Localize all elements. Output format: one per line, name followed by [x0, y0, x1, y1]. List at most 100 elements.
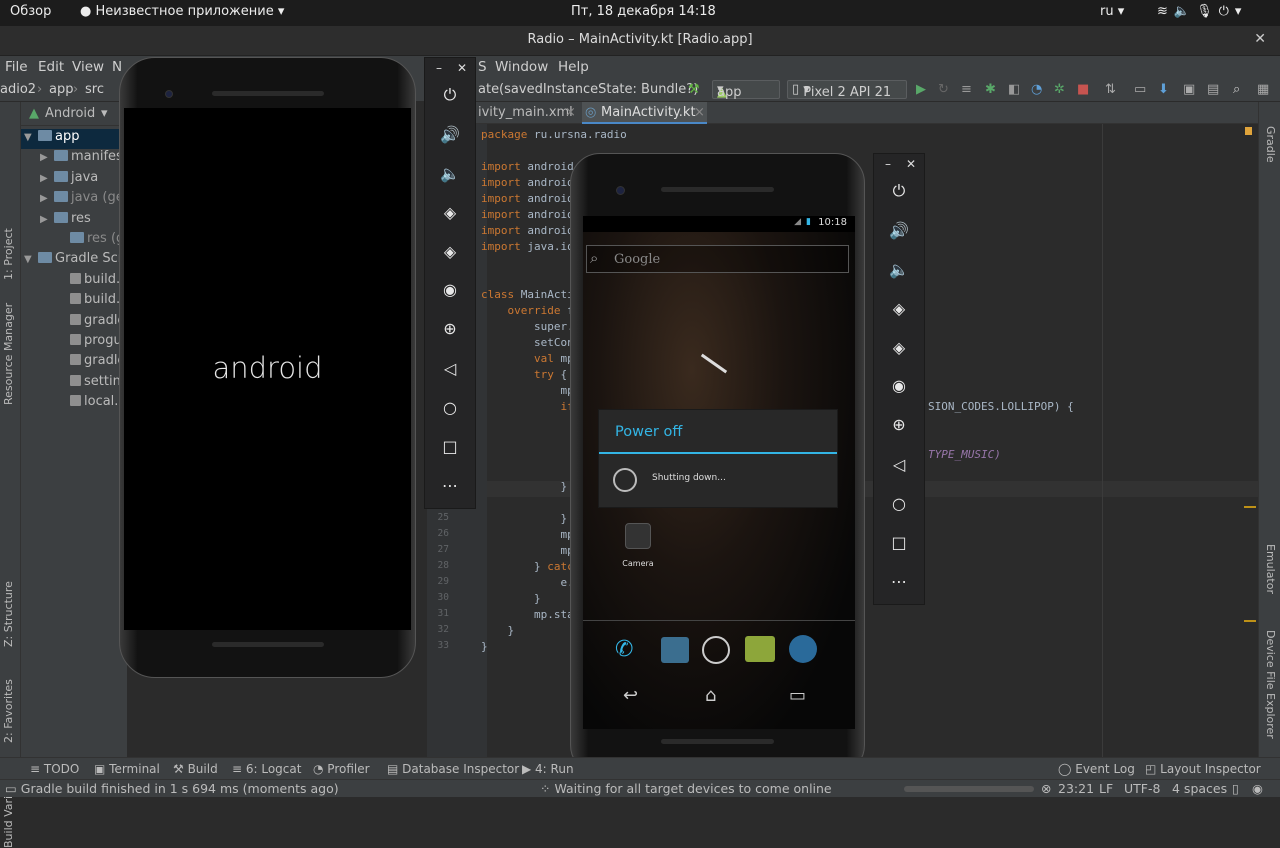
- home-icon[interactable]: ⌂: [705, 685, 716, 706]
- more-icon[interactable]: ⋯: [425, 476, 475, 495]
- screenshot-icon[interactable]: ◉: [425, 280, 475, 299]
- power-icon[interactable]: ⏻: [874, 181, 924, 201]
- indent-setting[interactable]: 4 spaces: [1172, 781, 1227, 796]
- status-message[interactable]: ▭ Gradle build finished in 1 s 694 ms (m…: [5, 781, 339, 796]
- tool-project[interactable]: 1: Project: [2, 228, 15, 280]
- ide-settings-icon[interactable]: ▦: [1257, 82, 1269, 97]
- cancel-icon[interactable]: ⊗: [1041, 781, 1051, 796]
- tool-device-file-explorer[interactable]: Device File Explorer: [1264, 630, 1277, 739]
- tree-item[interactable]: build.gr: [56, 292, 127, 312]
- hammer-icon[interactable]: ⚒: [688, 82, 700, 97]
- tree-item[interactable]: ▶ manifes: [40, 149, 123, 169]
- file-encoding[interactable]: UTF-8: [1124, 781, 1160, 796]
- tree-item[interactable]: ▶ java (ge: [40, 190, 124, 210]
- stop-icon[interactable]: ■: [1077, 82, 1089, 97]
- tree-item[interactable]: ▶ res: [40, 211, 91, 231]
- tool-favorites[interactable]: 2: Favorites: [2, 679, 15, 743]
- expand-arrow-icon[interactable]: ▶: [40, 193, 54, 204]
- close-icon[interactable]: ✕: [457, 61, 467, 75]
- expand-arrow-icon[interactable]: ▼: [24, 132, 38, 143]
- close-icon[interactable]: ✕: [1254, 31, 1266, 47]
- tab-activity-main-xml[interactable]: ivity_main.xml: [478, 105, 573, 120]
- zoom-icon[interactable]: ⊕: [874, 415, 924, 434]
- debug-icon[interactable]: ✱: [985, 82, 996, 97]
- breadcrumb-project[interactable]: adio2: [0, 82, 36, 97]
- zoom-icon[interactable]: ⊕: [425, 319, 475, 338]
- tree-item[interactable]: res (gen: [56, 231, 127, 251]
- tree-item[interactable]: local.pro: [56, 394, 127, 414]
- back-icon[interactable]: ◁: [425, 359, 475, 378]
- line-separator[interactable]: LF: [1099, 781, 1113, 796]
- recents-icon[interactable]: ▭: [789, 685, 806, 706]
- clock[interactable]: Пт, 18 декабря 14:18: [571, 4, 716, 19]
- tree-item[interactable]: ▼ Gradle Scri: [24, 251, 127, 271]
- browser-app-icon[interactable]: [789, 635, 817, 663]
- tool-database-inspector[interactable]: ▤ Database Inspector: [387, 762, 519, 776]
- lock-icon[interactable]: ▯: [1232, 781, 1239, 796]
- tree-item[interactable]: ▼ app: [21, 129, 127, 149]
- menu-navigate[interactable]: N: [112, 59, 122, 75]
- attach-debugger-icon[interactable]: ✲: [1054, 82, 1065, 97]
- emulator-icon[interactable]: ▣: [1183, 82, 1195, 97]
- layout-icon[interactable]: ▤: [1207, 82, 1219, 97]
- volume-down-icon[interactable]: 🔈: [425, 164, 475, 183]
- device-manager-icon[interactable]: ▭: [1134, 82, 1146, 97]
- camera-app-icon[interactable]: [625, 523, 651, 549]
- menu-vcs[interactable]: S: [478, 59, 487, 75]
- expand-arrow-icon[interactable]: ▼: [24, 254, 38, 265]
- google-search-bar[interactable]: ⌕ Google: [586, 245, 849, 273]
- tree-item[interactable]: settings: [56, 374, 127, 394]
- expand-arrow-icon[interactable]: ▶: [40, 173, 54, 184]
- overview-icon[interactable]: □: [874, 533, 924, 552]
- minimize-icon[interactable]: –: [436, 61, 442, 75]
- tree-item[interactable]: ▶ java: [40, 170, 98, 190]
- screenshot-icon[interactable]: ◉: [874, 376, 924, 395]
- tool-run[interactable]: ▶ 4: Run: [522, 762, 574, 776]
- rerun-icon[interactable]: ↻: [938, 82, 949, 97]
- apply-changes-icon[interactable]: ≡: [961, 82, 972, 97]
- rotate-left-icon[interactable]: ◈: [425, 203, 475, 222]
- more-icon[interactable]: ⋯: [874, 572, 924, 591]
- breadcrumb-src[interactable]: src: [85, 82, 104, 97]
- volume-up-icon[interactable]: 🔊: [425, 125, 475, 144]
- menu-help[interactable]: Help: [558, 59, 589, 75]
- tool-todo[interactable]: ≡ TODO: [30, 762, 79, 776]
- tool-logcat[interactable]: ≡ 6: Logcat: [232, 762, 301, 776]
- run-config-select[interactable]: ▲ app ▾: [712, 80, 780, 100]
- tree-item[interactable]: proguar: [56, 333, 127, 353]
- contacts-app-icon[interactable]: [661, 637, 689, 663]
- language-indicator[interactable]: ru ▾: [1100, 4, 1124, 19]
- tree-item[interactable]: gradle-w: [56, 313, 127, 333]
- search-icon[interactable]: ⌕: [1233, 82, 1240, 97]
- rotate-right-icon[interactable]: ◈: [874, 338, 924, 357]
- tool-gradle[interactable]: Gradle: [1264, 126, 1277, 163]
- caret-position[interactable]: 23:21: [1058, 781, 1094, 796]
- phone-app-icon[interactable]: ✆: [615, 637, 633, 662]
- volume-up-icon[interactable]: 🔊: [874, 221, 924, 240]
- system-tray[interactable]: ≋🔈🎙⏻▾: [1157, 4, 1247, 19]
- expand-arrow-icon[interactable]: ▶: [40, 152, 54, 163]
- tree-item[interactable]: gradle.p: [56, 353, 127, 373]
- rotate-right-icon[interactable]: ◈: [425, 242, 475, 261]
- tool-resource-manager[interactable]: Resource Manager: [2, 303, 15, 405]
- home-icon[interactable]: ○: [874, 494, 924, 513]
- sdk-manager-icon[interactable]: ⬇: [1158, 82, 1169, 97]
- coverage-icon[interactable]: ◧: [1008, 82, 1020, 97]
- back-icon[interactable]: ↩: [623, 685, 638, 706]
- messaging-app-icon[interactable]: [745, 636, 775, 662]
- app-menu[interactable]: ● Неизвестное приложение ▾: [80, 4, 284, 19]
- background-task[interactable]: ⁘ Waiting for all target devices to come…: [540, 781, 832, 796]
- tool-structure[interactable]: Z: Structure: [2, 581, 15, 647]
- menu-view[interactable]: View: [72, 59, 104, 75]
- menu-window[interactable]: Window: [495, 59, 548, 75]
- activities-button[interactable]: Обзор: [10, 4, 51, 19]
- run-icon[interactable]: ▶: [916, 82, 926, 97]
- project-view-header[interactable]: ▲ Android ▾: [21, 102, 127, 126]
- breadcrumb-app[interactable]: app: [49, 82, 73, 97]
- close-icon[interactable]: ×: [694, 105, 705, 120]
- device-select[interactable]: ▯ Pixel 2 API 21 ▾: [787, 80, 907, 100]
- warning-marker[interactable]: [1245, 127, 1252, 135]
- profile-icon[interactable]: ◔: [1031, 82, 1042, 97]
- menu-edit[interactable]: Edit: [38, 59, 64, 75]
- phone-2-screen[interactable]: 10:18 ▮ ◢ ⌕ Google Power off Shutting do…: [583, 216, 855, 729]
